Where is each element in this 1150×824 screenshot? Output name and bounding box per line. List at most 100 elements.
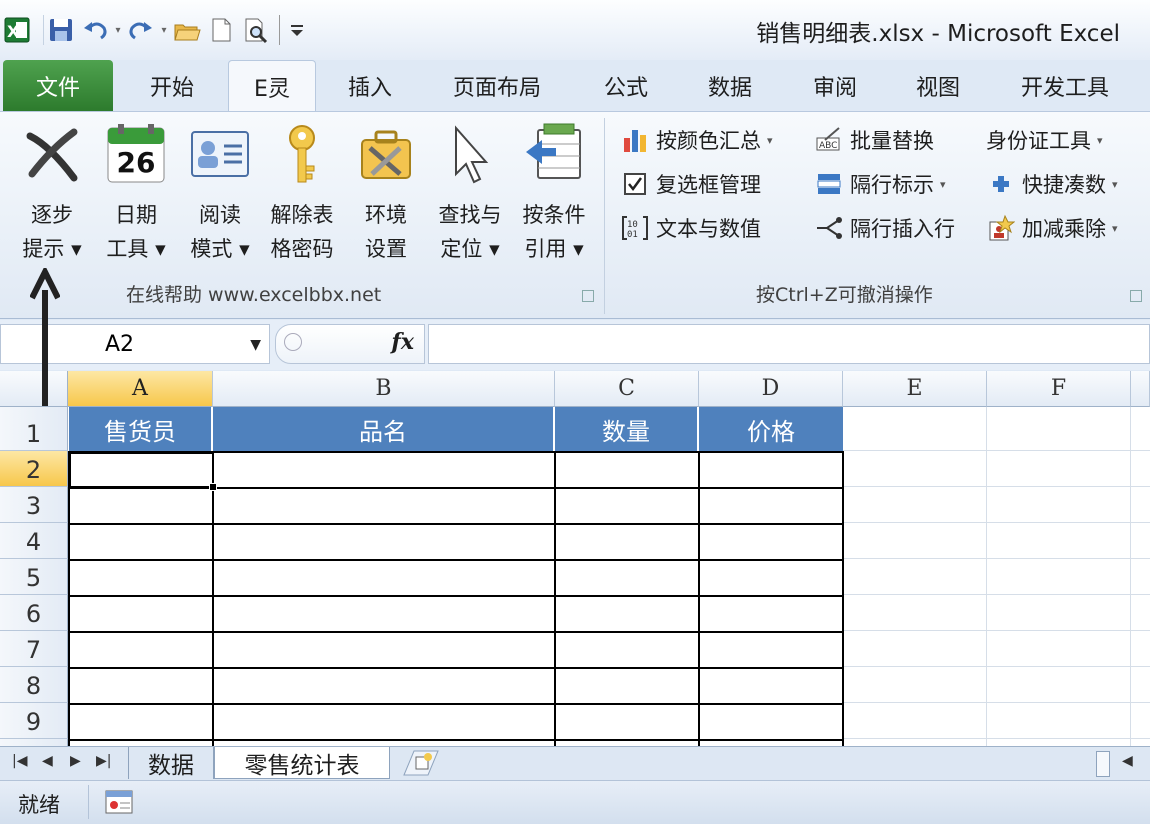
env-settings-button[interactable]: 环境 设置 bbox=[346, 122, 426, 266]
date-tool-line2: 工具 ▾ bbox=[106, 237, 166, 261]
undo-icon[interactable] bbox=[78, 13, 112, 47]
row-header-2[interactable]: 2 bbox=[0, 451, 68, 487]
redo-icon[interactable] bbox=[124, 13, 158, 47]
excel-logo-icon[interactable]: X bbox=[0, 13, 34, 47]
gridline bbox=[986, 407, 987, 746]
empty-cells-area[interactable] bbox=[843, 407, 1150, 746]
chevron-down-icon: ▾ bbox=[1112, 221, 1118, 235]
prev-sheet-icon[interactable]: ◀ bbox=[42, 753, 53, 769]
sheet-tab-retail-stats[interactable]: 零售统计表 bbox=[214, 747, 390, 779]
status-text: 就绪 bbox=[18, 793, 60, 817]
id-card-icon bbox=[188, 122, 252, 186]
reading-mode-line2: 模式 ▾ bbox=[190, 237, 250, 261]
column-header-c[interactable]: C bbox=[555, 371, 699, 407]
column-header-g[interactable] bbox=[1131, 371, 1150, 407]
header-cell-price[interactable]: 价格 bbox=[699, 407, 843, 451]
arithmetic-button[interactable]: 加减乘除 ▾ bbox=[986, 210, 1118, 246]
chevron-down-icon[interactable]: ▼ bbox=[250, 325, 261, 365]
tab-file[interactable]: 文件 bbox=[3, 60, 113, 112]
title-bar: X ▾ ▾ 销售明细表.xlsx - Microsoft Excel bbox=[0, 0, 1150, 60]
column-header-f[interactable]: F bbox=[987, 371, 1131, 407]
sheet-tab-bar: |◀ ◀ ▶ ▶| 数据 零售统计表 ◀ bbox=[0, 746, 1150, 780]
date-tool-button[interactable]: 26 日期 工具 ▾ bbox=[96, 122, 176, 266]
print-preview-icon[interactable] bbox=[238, 13, 272, 47]
insert-function-button[interactable]: fx bbox=[391, 329, 414, 355]
formula-input[interactable] bbox=[428, 324, 1150, 364]
row-header-6[interactable]: 6 bbox=[0, 595, 68, 631]
conditional-ref-line1: 按条件 bbox=[522, 203, 586, 227]
tab-home[interactable]: 开始 bbox=[120, 60, 224, 112]
unprotect-line2: 格密码 bbox=[270, 237, 334, 261]
row-header-7[interactable]: 7 bbox=[0, 631, 68, 667]
table-body[interactable] bbox=[68, 451, 844, 746]
header-cell-salesperson[interactable]: 售货员 bbox=[69, 407, 213, 451]
x-mark-icon bbox=[20, 122, 84, 186]
row-header-9[interactable]: 9 bbox=[0, 703, 68, 739]
header-cell-quantity[interactable]: 数量 bbox=[555, 407, 699, 451]
column-header-a[interactable]: A bbox=[68, 371, 213, 407]
row-header-1[interactable]: 1 bbox=[0, 407, 68, 451]
find-locate-button[interactable]: 查找与 定位 ▾ bbox=[430, 122, 510, 266]
tab-view[interactable]: 视图 bbox=[888, 60, 988, 112]
expand-icon[interactable] bbox=[284, 333, 302, 351]
redo-dropdown-icon[interactable]: ▾ bbox=[158, 13, 170, 47]
column-header-e[interactable]: E bbox=[843, 371, 987, 407]
tools-icon bbox=[354, 122, 418, 186]
hscroll-splitter[interactable] bbox=[1096, 751, 1110, 777]
conditional-ref-button[interactable]: 按条件引用 ▾ bbox=[514, 122, 594, 266]
batch-replace-button[interactable]: ABC 批量替换 bbox=[814, 122, 934, 158]
save-icon[interactable] bbox=[44, 13, 78, 47]
abc-replace-icon: ABC bbox=[814, 125, 844, 155]
fill-handle[interactable] bbox=[209, 483, 217, 491]
reading-mode-button[interactable]: 阅读 模式 ▾ bbox=[180, 122, 260, 266]
sum-by-color-button[interactable]: 按颜色汇总 ▾ bbox=[620, 122, 773, 158]
insert-sheet-icon[interactable] bbox=[392, 747, 448, 779]
tab-insert[interactable]: 插入 bbox=[320, 60, 420, 112]
tab-eling[interactable]: E灵 bbox=[228, 60, 316, 112]
id-card-tool-label: 身份证工具 bbox=[986, 129, 1091, 153]
first-sheet-icon[interactable]: |◀ bbox=[12, 753, 27, 769]
status-bar: 就绪 bbox=[0, 780, 1150, 824]
macro-record-icon[interactable] bbox=[104, 789, 134, 819]
name-box-value: A2 bbox=[105, 332, 135, 357]
column-header-b[interactable]: B bbox=[213, 371, 555, 407]
new-doc-icon[interactable] bbox=[204, 13, 238, 47]
tab-formulas[interactable]: 公式 bbox=[576, 60, 676, 112]
last-sheet-icon[interactable]: ▶| bbox=[96, 753, 111, 769]
undo-dropdown-icon[interactable]: ▾ bbox=[112, 13, 124, 47]
tab-developer[interactable]: 开发工具 bbox=[1000, 60, 1130, 112]
column-header-d[interactable]: D bbox=[699, 371, 843, 407]
row-header-4[interactable]: 4 bbox=[0, 523, 68, 559]
checkbox-manager-button[interactable]: 复选框管理 bbox=[620, 166, 761, 202]
row-header-10[interactable] bbox=[0, 739, 68, 746]
conditional-ref-line2: 引用 ▾ bbox=[524, 237, 584, 261]
header-cell-product[interactable]: 品名 bbox=[213, 407, 555, 451]
unprotect-button[interactable]: 解除表 格密码 bbox=[262, 122, 342, 266]
worksheet-grid[interactable]: A B C D E F 1 2 3 4 5 6 7 8 9 售货员 品名 数量 … bbox=[0, 371, 1150, 746]
gridline bbox=[1130, 407, 1131, 746]
open-folder-icon[interactable] bbox=[170, 13, 204, 47]
tab-data[interactable]: 数据 bbox=[680, 60, 780, 112]
chevron-down-icon: ▾ bbox=[767, 133, 773, 147]
step-hint-line2: 提示 ▾ bbox=[22, 237, 82, 261]
alternate-row-mark-button[interactable]: 隔行标示 ▾ bbox=[814, 166, 946, 202]
dialog-launcher-icon[interactable] bbox=[582, 290, 594, 302]
insert-alternate-rows-button[interactable]: 隔行插入行 bbox=[814, 210, 955, 246]
scroll-left-icon[interactable]: ◀ bbox=[1122, 753, 1133, 769]
row-header-5[interactable]: 5 bbox=[0, 559, 68, 595]
selected-cell-a2[interactable] bbox=[69, 452, 214, 488]
tab-page-layout[interactable]: 页面布局 bbox=[430, 60, 564, 112]
tab-review[interactable]: 审阅 bbox=[785, 60, 885, 112]
quick-sum-button[interactable]: 快捷凑数 ▾ bbox=[986, 166, 1118, 202]
calculator-person-icon bbox=[986, 213, 1016, 243]
dialog-launcher-icon[interactable] bbox=[1130, 290, 1142, 302]
row-header-8[interactable]: 8 bbox=[0, 667, 68, 703]
text-number-button[interactable]: 10 01 文本与数值 bbox=[620, 210, 761, 246]
id-card-tool-button[interactable]: 身份证工具 ▾ bbox=[986, 122, 1103, 158]
row-header-3[interactable]: 3 bbox=[0, 487, 68, 523]
ribbon-tabs: 文件 开始 E灵 插入 页面布局 公式 数据 审阅 视图 开发工具 bbox=[0, 60, 1150, 112]
next-sheet-icon[interactable]: ▶ bbox=[70, 753, 81, 769]
sheet-tab-data[interactable]: 数据 bbox=[128, 747, 214, 779]
customize-qat-icon[interactable] bbox=[280, 13, 314, 47]
step-hint-button[interactable]: 逐步 提示 ▾ bbox=[12, 122, 92, 266]
